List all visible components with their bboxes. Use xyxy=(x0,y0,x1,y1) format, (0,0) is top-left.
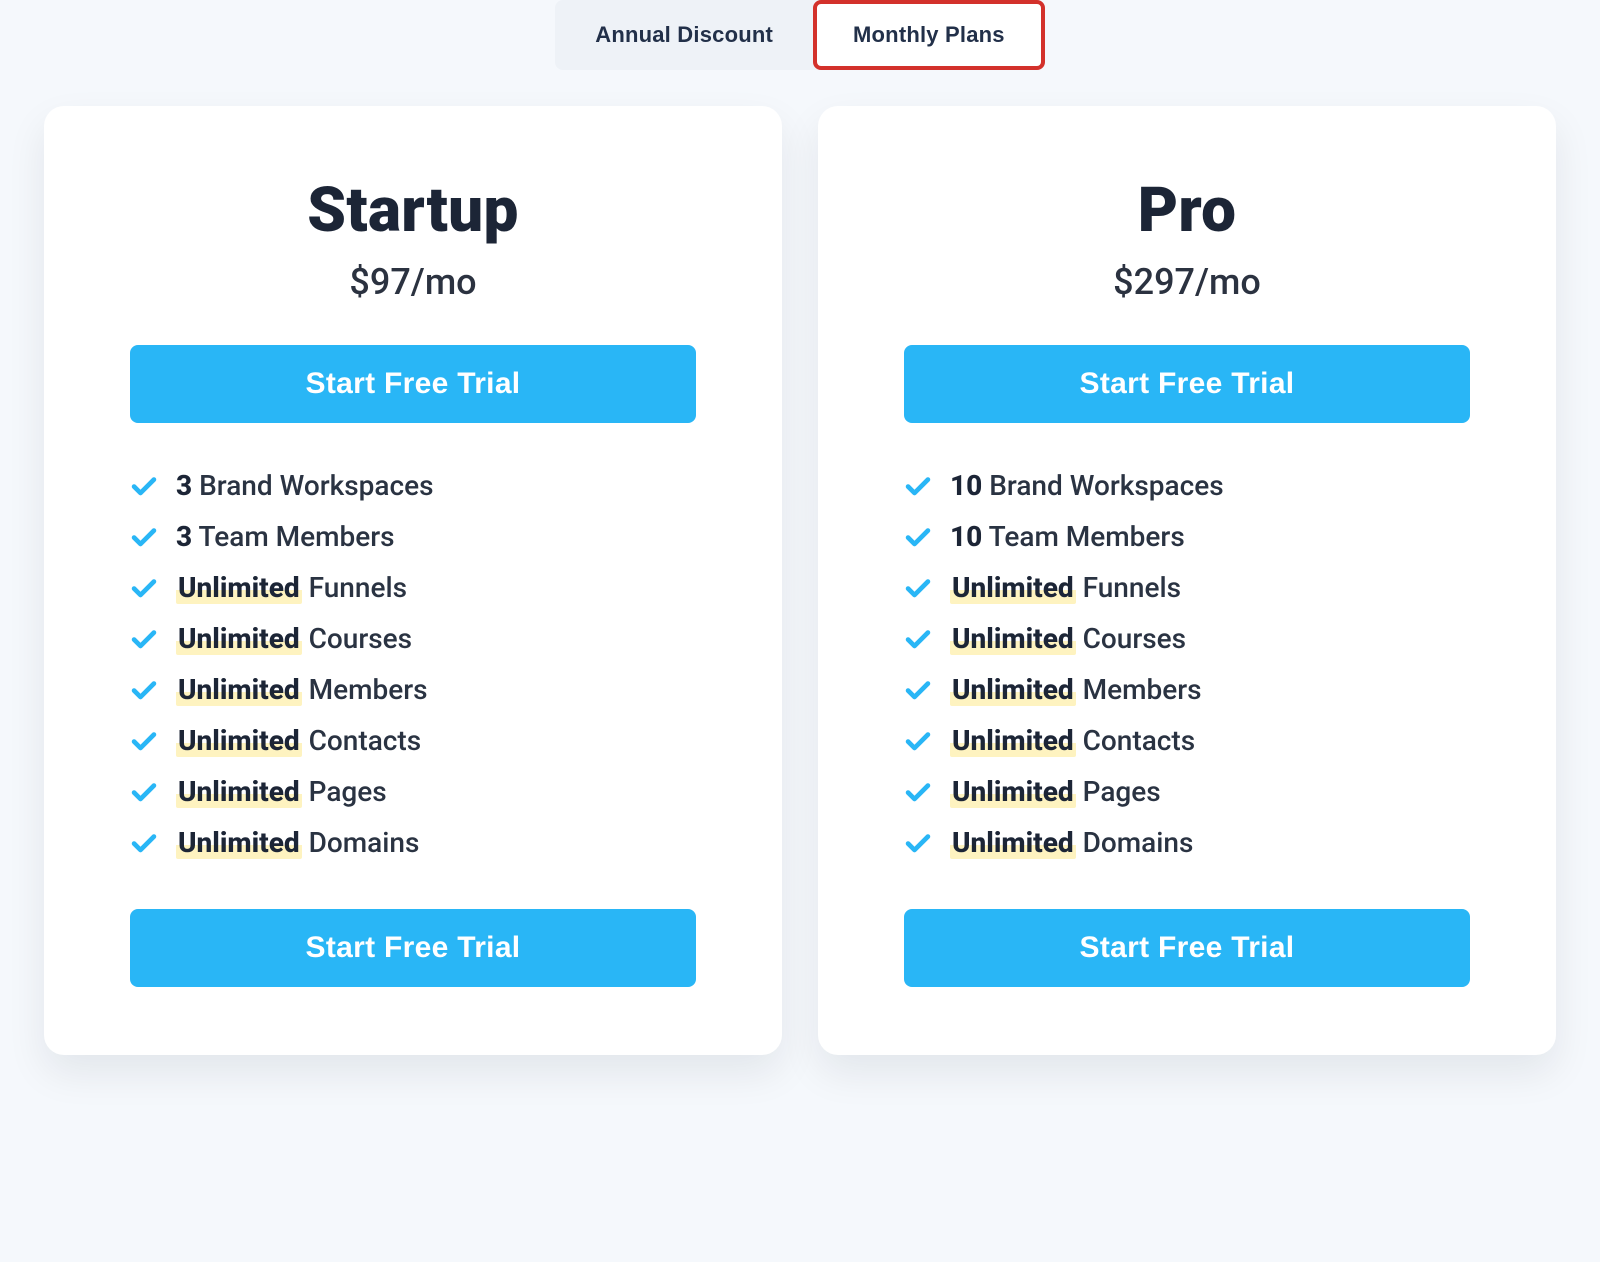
feature-text: Unlimited Domains xyxy=(176,826,419,859)
check-icon xyxy=(130,727,158,755)
check-icon xyxy=(904,472,932,500)
feature-item: Unlimited Courses xyxy=(130,622,696,655)
feature-highlight: Unlimited xyxy=(950,724,1076,757)
check-icon xyxy=(904,523,932,551)
feature-highlight: Unlimited xyxy=(950,571,1076,604)
check-icon xyxy=(904,625,932,653)
billing-toggle: Annual Discount Monthly Plans xyxy=(555,0,1045,70)
billing-toggle-wrap: Annual Discount Monthly Plans xyxy=(44,0,1556,106)
feature-rest: Contacts xyxy=(1076,724,1195,757)
check-icon xyxy=(130,523,158,551)
feature-highlight: Unlimited xyxy=(176,826,302,859)
feature-highlight: Unlimited xyxy=(950,622,1076,655)
pricing-cards: Startup $97/mo Start Free Trial 3 Brand … xyxy=(44,106,1556,1055)
feature-highlight: Unlimited xyxy=(950,673,1076,706)
feature-text: Unlimited Members xyxy=(176,673,428,706)
feature-rest: Courses xyxy=(1076,622,1186,655)
plan-price: $97/mo xyxy=(130,261,696,303)
feature-highlight: Unlimited xyxy=(176,571,302,604)
check-icon xyxy=(904,676,932,704)
cta-bottom-pro[interactable]: Start Free Trial xyxy=(904,909,1470,987)
feature-text: Unlimited Courses xyxy=(176,622,412,655)
feature-rest: Members xyxy=(302,673,428,706)
check-icon xyxy=(904,574,932,602)
feature-rest: Pages xyxy=(1076,775,1161,808)
feature-rest: Team Members xyxy=(982,520,1184,553)
feature-text: 3 Brand Workspaces xyxy=(176,469,434,502)
plan-price: $297/mo xyxy=(904,261,1470,303)
feature-item: Unlimited Courses xyxy=(904,622,1470,655)
feature-text: Unlimited Funnels xyxy=(176,571,407,604)
feature-text: Unlimited Domains xyxy=(950,826,1193,859)
feature-item: Unlimited Members xyxy=(904,673,1470,706)
check-icon xyxy=(130,829,158,857)
feature-bold: 3 xyxy=(176,469,192,502)
tab-monthly[interactable]: Monthly Plans xyxy=(813,0,1045,70)
feature-rest: Funnels xyxy=(1076,571,1181,604)
feature-item: Unlimited Pages xyxy=(130,775,696,808)
feature-text: Unlimited Pages xyxy=(950,775,1161,808)
feature-rest: Brand Workspaces xyxy=(982,469,1223,502)
feature-item: 10 Team Members xyxy=(904,520,1470,553)
feature-rest: Pages xyxy=(302,775,387,808)
feature-list: 10 Brand Workspaces10 Team MembersUnlimi… xyxy=(904,469,1470,859)
feature-rest: Brand Workspaces xyxy=(192,469,433,502)
feature-item: Unlimited Domains xyxy=(130,826,696,859)
feature-rest: Domains xyxy=(302,826,420,859)
feature-text: 10 Team Members xyxy=(950,520,1185,553)
feature-text: 3 Team Members xyxy=(176,520,395,553)
feature-item: Unlimited Members xyxy=(130,673,696,706)
feature-item: Unlimited Domains xyxy=(904,826,1470,859)
feature-text: Unlimited Pages xyxy=(176,775,387,808)
check-icon xyxy=(904,829,932,857)
feature-item: Unlimited Contacts xyxy=(130,724,696,757)
plan-title: Pro xyxy=(904,174,1470,247)
feature-bold: 10 xyxy=(950,520,982,553)
feature-text: Unlimited Members xyxy=(950,673,1202,706)
plan-title: Startup xyxy=(130,174,696,247)
tab-annual[interactable]: Annual Discount xyxy=(555,0,813,70)
check-icon xyxy=(904,778,932,806)
cta-top-pro[interactable]: Start Free Trial xyxy=(904,345,1470,423)
feature-highlight: Unlimited xyxy=(176,622,302,655)
feature-highlight: Unlimited xyxy=(950,826,1076,859)
feature-bold: 3 xyxy=(176,520,192,553)
cta-top-startup[interactable]: Start Free Trial xyxy=(130,345,696,423)
cta-bottom-startup[interactable]: Start Free Trial xyxy=(130,909,696,987)
check-icon xyxy=(130,676,158,704)
feature-item: 10 Brand Workspaces xyxy=(904,469,1470,502)
card-startup: Startup $97/mo Start Free Trial 3 Brand … xyxy=(44,106,782,1055)
check-icon xyxy=(904,727,932,755)
feature-highlight: Unlimited xyxy=(950,775,1076,808)
feature-item: Unlimited Contacts xyxy=(904,724,1470,757)
feature-text: 10 Brand Workspaces xyxy=(950,469,1224,502)
card-pro: Pro $297/mo Start Free Trial 10 Brand Wo… xyxy=(818,106,1556,1055)
check-icon xyxy=(130,625,158,653)
feature-list: 3 Brand Workspaces3 Team MembersUnlimite… xyxy=(130,469,696,859)
check-icon xyxy=(130,574,158,602)
feature-bold: 10 xyxy=(950,469,982,502)
feature-rest: Contacts xyxy=(302,724,421,757)
feature-text: Unlimited Funnels xyxy=(950,571,1181,604)
feature-item: 3 Team Members xyxy=(130,520,696,553)
feature-highlight: Unlimited xyxy=(176,775,302,808)
feature-rest: Members xyxy=(1076,673,1202,706)
feature-text: Unlimited Contacts xyxy=(176,724,421,757)
feature-rest: Funnels xyxy=(302,571,407,604)
feature-rest: Courses xyxy=(302,622,412,655)
feature-text: Unlimited Contacts xyxy=(950,724,1195,757)
feature-item: Unlimited Funnels xyxy=(130,571,696,604)
feature-rest: Domains xyxy=(1076,826,1194,859)
feature-item: 3 Brand Workspaces xyxy=(130,469,696,502)
feature-item: Unlimited Pages xyxy=(904,775,1470,808)
feature-text: Unlimited Courses xyxy=(950,622,1186,655)
pricing-page: Annual Discount Monthly Plans Startup $9… xyxy=(0,0,1600,1115)
feature-highlight: Unlimited xyxy=(176,673,302,706)
check-icon xyxy=(130,472,158,500)
feature-highlight: Unlimited xyxy=(176,724,302,757)
feature-item: Unlimited Funnels xyxy=(904,571,1470,604)
feature-rest: Team Members xyxy=(192,520,394,553)
check-icon xyxy=(130,778,158,806)
